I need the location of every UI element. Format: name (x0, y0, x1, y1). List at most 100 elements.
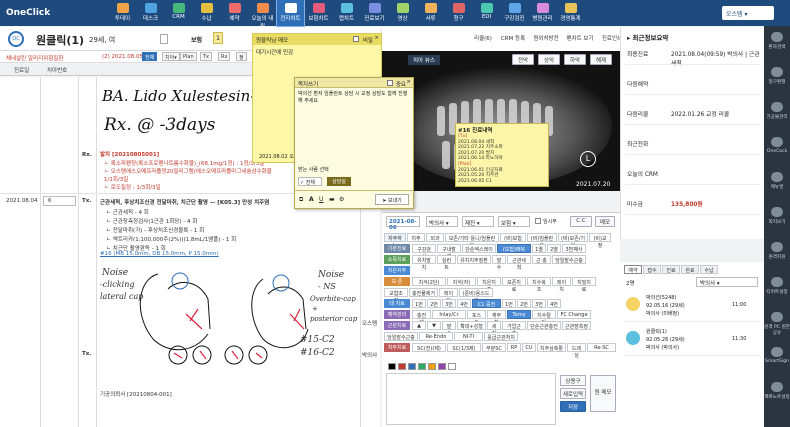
rx-tab-3[interactable]: 보존/기타 틀니/임플란트 (445, 233, 499, 249)
rx-item-0-1[interactable]: 구내촬영 (437, 244, 461, 260)
staff-select[interactable]: 제진 ▾ (462, 216, 494, 227)
insurance-count-badge[interactable]: 1 (213, 32, 223, 44)
all-checkbox[interactable]: ✓ 전체 (298, 177, 322, 186)
rx-item-1-5[interactable]: 근 충 (532, 255, 551, 264)
rx-tab-2[interactable]: 외과 (426, 233, 444, 242)
nav-1[interactable]: 데스크 (137, 0, 164, 26)
rx-item-0-0[interactable]: 구강검사 (412, 244, 436, 260)
rx-item-5-5[interactable]: 1번 (502, 299, 516, 308)
rx-item-7-1[interactable]: ▼ (427, 321, 441, 330)
rx-item-3-6[interactable]: 치밀치료 (572, 277, 596, 293)
appt-tab-2[interactable]: 진료 (662, 265, 680, 274)
rx-item-5-4[interactable]: C1 중전 (472, 299, 501, 308)
rightnav-10[interactable]: 팩폭노트설정 (764, 382, 790, 400)
rightnav-7[interactable]: 티머트설정 (764, 277, 790, 295)
rx-tab-0[interactable]: 자주하는 (384, 233, 406, 249)
rx-item-1-0[interactable]: 유치발치 (412, 255, 436, 271)
rightnav-2[interactable]: 기공물관리 (764, 102, 790, 120)
xray-view-button-0[interactable]: 전악 (512, 54, 534, 65)
action-button-0[interactable]: 리콜(6) (470, 33, 496, 44)
rx-item-9-3[interactable]: RP (507, 343, 521, 352)
xray-view-button-3[interactable]: 해제 (590, 54, 612, 65)
color-swatch-4[interactable] (428, 363, 436, 370)
rx-item-4-2[interactable]: 레이어 (439, 288, 458, 304)
appt-tab-3[interactable]: 완료 (681, 265, 699, 274)
rx-item-5-2[interactable]: 3번 (442, 299, 456, 308)
color-swatch-2[interactable] (408, 363, 416, 370)
popup-body[interactable]: 박의선 환자 임플란트 상담 시 교정 상담도 함께 진행해 주세요 (295, 88, 413, 148)
nav-9[interactable]: 진료보기 (361, 0, 388, 26)
rx-item-5-6[interactable]: 2번 (517, 299, 531, 308)
nav-8[interactable]: 랩차트 (333, 0, 360, 26)
rx-item-6-3[interactable]: 재부착 (487, 310, 506, 326)
save-button[interactable]: 저장 (560, 401, 586, 412)
appt-doctor-select[interactable]: 박의사 ▾ (696, 277, 758, 287)
tooth-view-button[interactable]: 치아 뷰스 (408, 55, 440, 65)
rx-item-3-4[interactable]: 치수복조 (527, 277, 551, 293)
rx-item-6-6[interactable]: FC Change (557, 310, 591, 319)
rightnav-6[interactable]: 원격지원 (764, 242, 790, 260)
new-memo-button[interactable]: 원 메모 (590, 375, 616, 412)
rx-item-9-2[interactable]: 부분SC (482, 343, 506, 352)
secret-checkbox[interactable] (353, 36, 359, 42)
rx-item-3-1[interactable]: 치석(자) (447, 277, 476, 286)
chart-filter-tab-1[interactable]: 치아▾ (162, 52, 180, 61)
rx-item-7-7[interactable]: 근관장측정 (562, 321, 591, 330)
xray-view-button-2[interactable]: 하악 (564, 54, 586, 65)
insurance-select[interactable]: 보험 ▾ (498, 216, 530, 227)
rx-item-4-1[interactable]: 충전물제거 (409, 288, 438, 297)
nav-6[interactable]: 전자차트 (276, 0, 305, 27)
chart-filter-tab-4[interactable]: Rx (218, 52, 231, 61)
rx-tab-1[interactable]: 치주 (407, 233, 425, 242)
nav-5[interactable]: 오늘의 내원 (249, 0, 276, 30)
nav-0[interactable]: 투데이 (109, 0, 136, 26)
color-swatch-5[interactable] (438, 363, 446, 370)
rightnav-1[interactable]: 정구환행 (764, 67, 790, 85)
close-icon[interactable]: × (406, 79, 411, 85)
action-button-2[interactable]: 원외처방전 (530, 33, 562, 44)
action-button-1[interactable]: CRM 등록 (499, 33, 527, 44)
rx-item-9-5[interactable]: 치주상축활 (537, 343, 566, 352)
nav-10[interactable]: 영상 (389, 0, 416, 26)
color-swatch-6[interactable] (448, 363, 456, 370)
note-textarea[interactable] (386, 373, 556, 425)
rightnav-9[interactable]: SmartSign (764, 347, 790, 364)
settings-icon[interactable]: ⚙ (339, 196, 344, 203)
chart-filter-tab-0[interactable]: 전체 (142, 52, 158, 61)
tx-link[interactable]: #16 (MB 15.0mm, DB 15.0mm, P 15.0mm) (100, 251, 219, 257)
rx-item-5-8[interactable]: 4번 (547, 299, 561, 308)
rx-tab-6[interactable]: (비)보존/기타 (558, 233, 588, 249)
rx-item-0-2[interactable]: 단순엑스레이 (462, 244, 496, 253)
rx-item-4-3[interactable]: (준비)용스드로 (459, 288, 493, 304)
rx-item-1-4[interactable]: 근관세척 (507, 255, 531, 271)
rx-item-1-6[interactable]: 당일발수근충 (552, 255, 586, 264)
appointment-card[interactable]: 원클릭(1) 92.05.26 (29세) 박의사 (박의사) 11:30 (624, 326, 760, 356)
rx-item-3-3[interactable]: 보존치료 (502, 277, 526, 293)
appt-tab-4[interactable]: 수납 (700, 265, 718, 274)
rx-item-9-7[interactable]: Re-SC (587, 343, 616, 352)
nav-14[interactable]: 구강검진 (501, 0, 528, 26)
nav-7[interactable]: 보험차트 (305, 0, 332, 26)
rx-tab-7[interactable]: (비)교정 (589, 233, 611, 249)
xray-view-button-1[interactable]: 상악 (538, 54, 560, 65)
rx-item-8-2[interactable]: NI-TI (454, 332, 483, 341)
appt-tab-1[interactable]: 접수 (643, 265, 661, 274)
color-icon[interactable]: ▬ (329, 196, 335, 203)
nav-12[interactable]: 청구 (445, 0, 472, 26)
patient-dropdown[interactable] (160, 34, 168, 44)
rx-item-7-4[interactable]: 세척 (487, 321, 501, 337)
bold-icon[interactable]: A (309, 196, 314, 203)
popup-header[interactable]: 쪽지쓰기 중요 × (295, 78, 413, 88)
rx-item-8-1[interactable]: Re-Endo (419, 332, 453, 341)
rx-item-5-1[interactable]: 2번 (427, 299, 441, 308)
rx-item-9-0[interactable]: SC(전)(제) (412, 343, 446, 352)
doctor-select[interactable]: 박의사 ▾ (426, 216, 458, 227)
color-swatch-3[interactable] (418, 363, 426, 370)
rightnav-4[interactable]: 메뉴얼 (764, 172, 790, 190)
rx-item-9-1[interactable]: SC(1/3제) (447, 343, 481, 352)
nav-11[interactable]: 서류 (417, 0, 444, 26)
close-icon[interactable]: × (374, 35, 379, 41)
rightnav-3[interactable]: OneCock (764, 137, 790, 154)
rx-item-9-4[interactable]: CU (522, 343, 536, 352)
chart-filter-tab-2[interactable]: Plan (180, 52, 197, 61)
